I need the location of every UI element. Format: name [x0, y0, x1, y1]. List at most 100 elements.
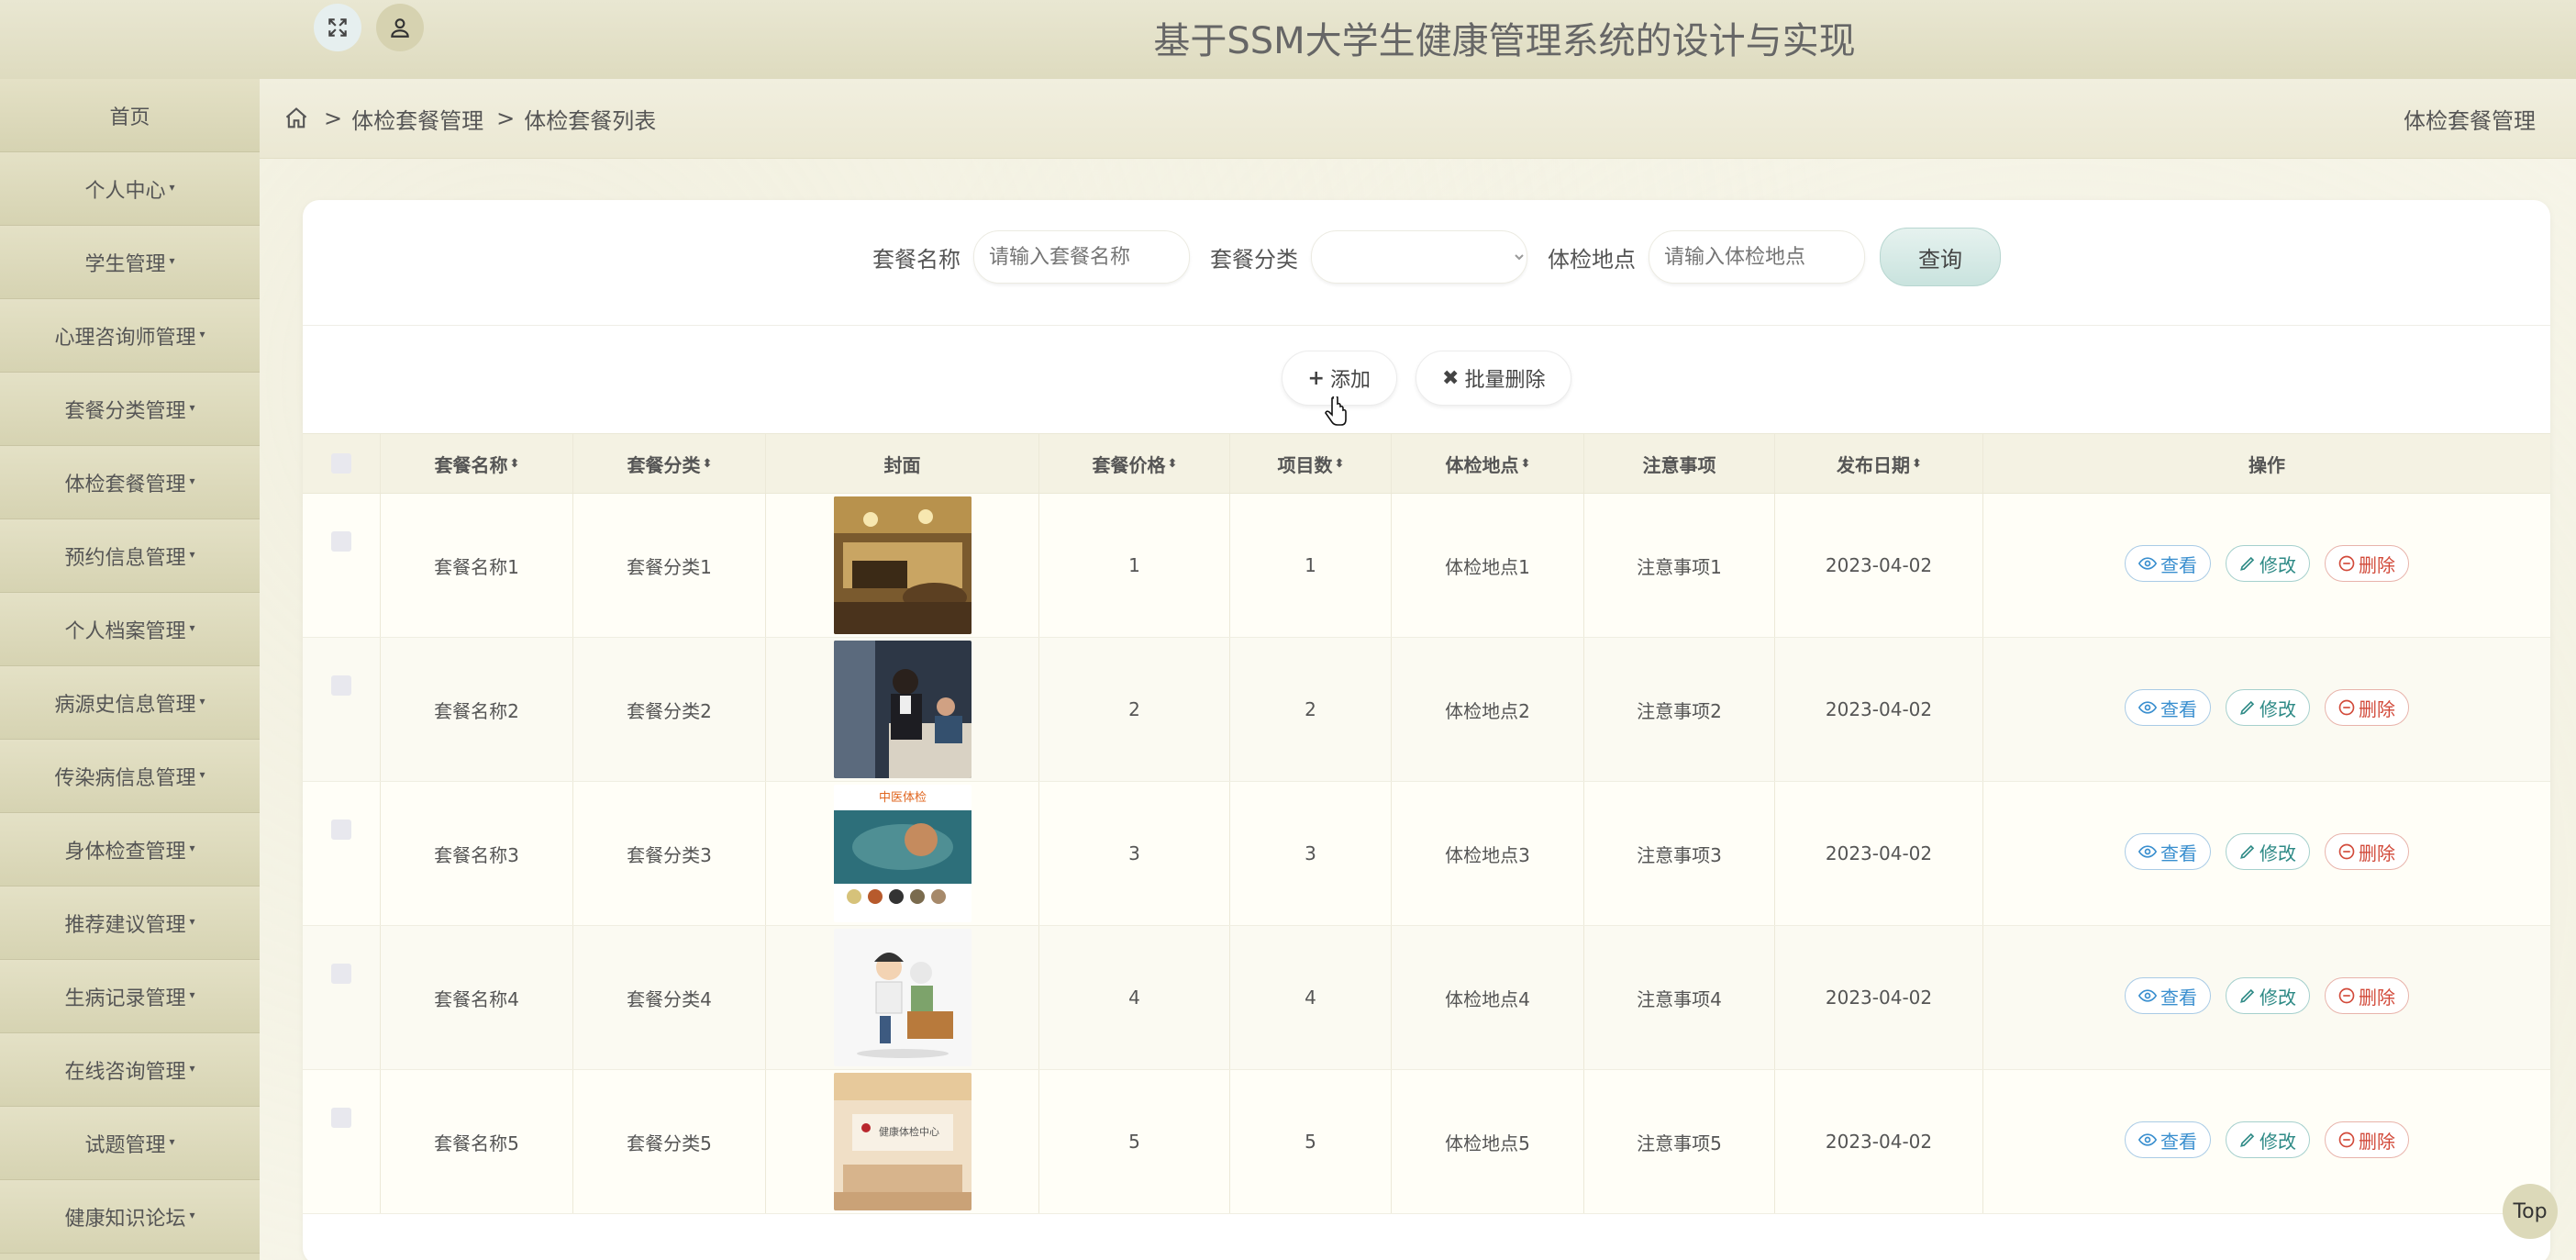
minus-circle-icon — [2338, 699, 2355, 716]
delete-button[interactable]: 删除 — [2325, 689, 2409, 726]
edit-button[interactable]: 修改 — [2226, 1121, 2310, 1158]
view-button[interactable]: 查看 — [2125, 545, 2211, 582]
fullscreen-toggle-button[interactable] — [314, 4, 361, 51]
sort-icon: ⬍ — [1334, 456, 1345, 471]
delete-button[interactable]: 删除 — [2325, 545, 2409, 582]
cell-items: 2 — [1230, 638, 1392, 781]
breadcrumb-level1[interactable]: 体检套餐管理 — [351, 103, 483, 135]
cell-notes: 注意事项3 — [1584, 782, 1775, 925]
sidebar-item[interactable]: 个人档案管理 ▾ — [0, 593, 260, 666]
sidebar-item-label: 健康知识论坛 — [64, 1207, 186, 1231]
sidebar-item[interactable]: 生病记录管理 ▾ — [0, 960, 260, 1033]
sidebar-item[interactable]: 体检套餐管理 ▾ — [0, 446, 260, 519]
col-name[interactable]: 套餐名称 ⬍ — [381, 434, 573, 493]
cell-name: 套餐名称1 — [381, 494, 573, 637]
cell-location: 体检地点3 — [1392, 782, 1584, 925]
sidebar-item-label: 在线咨询管理 — [64, 1060, 186, 1084]
col-category[interactable]: 套餐分类 ⬍ — [573, 434, 766, 493]
eye-icon — [2138, 1133, 2157, 1146]
batch-delete-button[interactable]: ✖ 批量删除 — [1416, 351, 1572, 406]
sidebar-item[interactable]: 推荐建议管理 ▾ — [0, 886, 260, 960]
sidebar-item-label: 病源史信息管理 — [54, 693, 196, 717]
location-search-input[interactable] — [1649, 230, 1865, 284]
sidebar-item[interactable]: 试题管理 ▾ — [0, 1107, 260, 1180]
table-row: 套餐名称5 套餐分类5 健康体检中心 5 5 体检地点5 注意事项5 2023-04-02 查看… — [303, 1070, 2550, 1214]
pencil-icon — [2239, 699, 2256, 716]
sidebar-item[interactable]: 传染病信息管理 ▾ — [0, 740, 260, 813]
caret-down-icon: ▾ — [189, 620, 195, 634]
sidebar-item[interactable]: 套餐分类管理 ▾ — [0, 373, 260, 446]
cell-price: 4 — [1039, 926, 1230, 1069]
delete-button[interactable]: 删除 — [2325, 833, 2409, 870]
cell-date: 2023-04-02 — [1775, 638, 1983, 781]
action-bar: + 添加 ✖ 批量删除 — [303, 351, 2550, 407]
delete-button[interactable]: 删除 — [2325, 977, 2409, 1014]
table-body: 套餐名称1 套餐分类1 1 1 体检地点1 注意事项1 2023-04-02 查看 修改 删除 套餐… — [303, 494, 2550, 1214]
row-checkbox[interactable] — [331, 675, 351, 696]
edit-button[interactable]: 修改 — [2226, 689, 2310, 726]
edit-button[interactable]: 修改 — [2226, 977, 2310, 1014]
user-icon — [391, 18, 409, 38]
cell-price: 2 — [1039, 638, 1230, 781]
divider — [303, 325, 2550, 326]
sidebar-item-label: 体检套餐管理 — [64, 473, 186, 496]
row-checkbox[interactable] — [331, 964, 351, 984]
row-checkbox[interactable] — [331, 531, 351, 552]
view-button[interactable]: 查看 — [2125, 1121, 2211, 1158]
sidebar-item-label: 首页 — [109, 106, 150, 129]
table-row: 套餐名称2 套餐分类2 2 2 体检地点2 注意事项2 2023-04-02 查看 修改 删除 — [303, 638, 2550, 782]
sidebar-item[interactable]: 预约信息管理 ▾ — [0, 519, 260, 593]
select-all-checkbox[interactable] — [331, 453, 351, 474]
cell-cover — [766, 638, 1039, 781]
minus-circle-icon — [2338, 1132, 2355, 1148]
cell-items: 3 — [1230, 782, 1392, 925]
cell-date: 2023-04-02 — [1775, 1070, 1983, 1213]
view-button[interactable]: 查看 — [2125, 833, 2211, 870]
row-select-cell — [303, 926, 381, 1069]
category-select[interactable] — [1311, 230, 1527, 284]
cover-image — [833, 929, 972, 1066]
caret-down-icon: ▾ — [189, 1061, 195, 1075]
caret-down-icon: ▾ — [189, 400, 195, 414]
sidebar-item[interactable]: 首页 — [0, 79, 260, 152]
cell-date: 2023-04-02 — [1775, 494, 1983, 637]
user-menu-button[interactable] — [376, 4, 424, 51]
sidebar-item[interactable]: 学生管理 ▾ — [0, 226, 260, 299]
breadcrumb-bar: > 体检套餐管理 > 体检套餐列表 体检套餐管理 — [260, 79, 2576, 159]
home-icon[interactable] — [283, 105, 311, 132]
cover-image — [833, 641, 972, 778]
sidebar-item[interactable]: 身体检查管理 ▾ — [0, 813, 260, 886]
batch-delete-label: 批量删除 — [1464, 369, 1546, 392]
view-button[interactable]: 查看 — [2125, 977, 2211, 1014]
query-button[interactable]: 查询 — [1880, 228, 2001, 286]
mouse-pointer-icon — [1325, 396, 1347, 426]
sidebar-item-label: 个人中心 — [84, 179, 166, 203]
back-to-top-button[interactable]: Top — [2503, 1184, 2558, 1239]
sidebar-item[interactable]: 个人中心 ▾ — [0, 152, 260, 226]
cell-location: 体检地点2 — [1392, 638, 1584, 781]
view-button[interactable]: 查看 — [2125, 689, 2211, 726]
caret-down-icon: ▾ — [199, 694, 205, 708]
caret-down-icon: ▾ — [189, 841, 195, 854]
name-search-input[interactable] — [973, 230, 1190, 284]
edit-button[interactable]: 修改 — [2226, 545, 2310, 582]
col-items[interactable]: 项目数 ⬍ — [1230, 434, 1392, 493]
caret-down-icon: ▾ — [169, 1134, 175, 1148]
thumb-caption: 中医体检 — [878, 791, 926, 805]
sidebar-item[interactable]: 病源史信息管理 ▾ — [0, 666, 260, 740]
edit-button[interactable]: 修改 — [2226, 833, 2310, 870]
caret-down-icon: ▾ — [189, 547, 195, 561]
cell-name: 套餐名称3 — [381, 782, 573, 925]
col-date[interactable]: 发布日期 ⬍ — [1775, 434, 1983, 493]
sidebar-item[interactable]: 健康知识论坛 ▾ — [0, 1180, 260, 1254]
col-price[interactable]: 套餐价格 ⬍ — [1039, 434, 1230, 493]
sort-icon: ⬍ — [1520, 456, 1531, 471]
col-location[interactable]: 体检地点 ⬍ — [1392, 434, 1584, 493]
row-checkbox[interactable] — [331, 1108, 351, 1128]
sidebar-item[interactable]: 心理咨询师管理 ▾ — [0, 299, 260, 373]
delete-button[interactable]: 删除 — [2325, 1121, 2409, 1158]
cell-location: 体检地点1 — [1392, 494, 1584, 637]
sidebar-item[interactable]: 在线咨询管理 ▾ — [0, 1033, 260, 1107]
row-checkbox[interactable] — [331, 820, 351, 840]
cell-ops: 查看 修改 删除 — [1983, 638, 2550, 781]
